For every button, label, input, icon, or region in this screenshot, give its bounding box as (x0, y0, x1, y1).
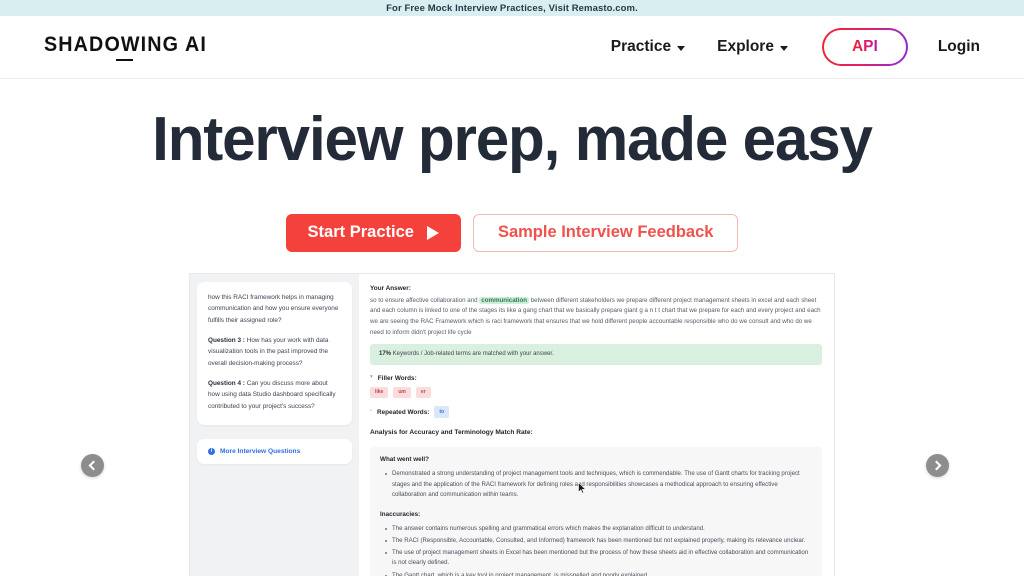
chevron-down-icon (779, 45, 788, 51)
triangle-down-icon: ▾ (370, 374, 373, 381)
filler-words-row: ▾ Filler Words: (370, 373, 822, 384)
more-interview-questions-label: More Interview Questions (220, 448, 301, 456)
list-item: The answer contains numerous spelling an… (385, 524, 812, 535)
logo-text: SHADOWING AI (44, 32, 208, 56)
filler-tag: er (415, 386, 431, 399)
cta-row: Start Practice Sample Interview Feedback (0, 213, 1024, 252)
analysis-title: Analysis for Accuracy and Terminology Ma… (370, 428, 533, 436)
chevron-left-icon (88, 460, 99, 471)
keyword-match-percent: 17% (379, 351, 392, 358)
questions-panel: how this RACI framework helps in managin… (190, 273, 359, 576)
sample-feedback-label: Sample Interview Feedback (497, 223, 714, 242)
what-went-well-list: Demonstrated a strong understanding of p… (380, 469, 812, 501)
list-item: Demonstrated a strong understanding of p… (385, 469, 812, 501)
page-title: Interview prep, made easy (152, 105, 873, 174)
question-4-label: Question 4 : (208, 380, 245, 388)
square-icon: ▫ (370, 408, 372, 415)
question-4: Question 4 : Can you discuss more about … (208, 378, 341, 412)
announcement-banner: For Free Mock Interview Practices, Visit… (0, 0, 1024, 16)
keyword-match-banner: 17% Keywords / Job-related terms are mat… (370, 344, 822, 365)
more-interview-questions-link[interactable]: i More Interview Questions (197, 439, 352, 465)
filler-words-label: Filler Words: (377, 374, 417, 382)
list-item: The use of project management sheets in … (385, 548, 812, 569)
question-intro: how this RACI framework helps in managin… (208, 293, 339, 324)
question-3-label: Question 3 : (208, 336, 245, 344)
your-answer-label: Your Answer: (370, 284, 411, 292)
filler-tag: um (393, 386, 411, 399)
carousel-prev-button[interactable] (81, 453, 104, 477)
list-item: The Gantt chart, which is a key tool in … (385, 571, 812, 576)
chevron-down-icon (677, 45, 686, 51)
start-practice-button[interactable]: Start Practice (285, 213, 461, 252)
announcement-text: For Free Mock Interview Practices, Visit… (386, 2, 638, 14)
login-label: Login (937, 38, 980, 55)
start-practice-label: Start Practice (307, 223, 414, 242)
inaccuracies-label: Inaccuracies: (380, 510, 421, 518)
keyword-match-text: Keywords / Job-related terms are matched… (391, 351, 554, 358)
repeated-tag: to (434, 406, 450, 418)
questions-card: how this RACI framework helps in managin… (197, 281, 352, 426)
filler-words-tags: like um er (370, 386, 822, 399)
carousel-slide[interactable]: how this RACI framework helps in managin… (190, 273, 834, 576)
feedback-carousel: how this RACI framework helps in managin… (0, 273, 1024, 576)
repeated-words-label: Repeated Words: (376, 408, 430, 416)
chevron-right-icon (931, 460, 942, 471)
inaccuracies-list: The answer contains numerous spelling an… (380, 524, 812, 576)
repeated-words-row: ▫ Repeated Words: to (370, 406, 822, 418)
nav-item-practice[interactable]: Practice (595, 30, 701, 64)
analysis-report: What went well? Demonstrated a strong un… (370, 447, 822, 576)
hero-section: Interview prep, made easy Start Practice… (0, 79, 1024, 252)
answer-part-1: so to ensure affective collaboration and (370, 296, 480, 304)
sample-feedback-button[interactable]: Sample Interview Feedback (472, 213, 739, 252)
your-answer-text: so to ensure affective collaboration and… (370, 296, 822, 339)
nav-item-explore[interactable]: Explore (701, 30, 804, 64)
nav-label-practice: Practice (610, 38, 672, 55)
login-button[interactable]: Login (922, 30, 980, 64)
logo[interactable]: SHADOWING AI (44, 33, 217, 62)
logo-underline (116, 58, 133, 62)
what-went-well-label: What went well? (380, 456, 429, 464)
site-header: SHADOWING AI Practice Explore API Login (0, 16, 1024, 79)
main-navigation: Practice Explore API Login (595, 28, 980, 66)
filler-tag: like (370, 386, 389, 399)
answer-keyword-highlight: communication (479, 296, 530, 304)
info-icon: i (208, 448, 215, 456)
nav-label-explore: Explore (717, 38, 774, 55)
carousel-next-button[interactable] (926, 453, 949, 477)
play-icon (426, 225, 439, 240)
list-item: The RACI (Responsible, Accountable, Cons… (385, 536, 812, 547)
feedback-panel: Your Answer: so to ensure affective coll… (359, 273, 834, 576)
api-button[interactable]: API (822, 28, 908, 66)
question-3: Question 3 : How has your work with data… (208, 335, 341, 369)
api-button-label: API (851, 38, 878, 55)
